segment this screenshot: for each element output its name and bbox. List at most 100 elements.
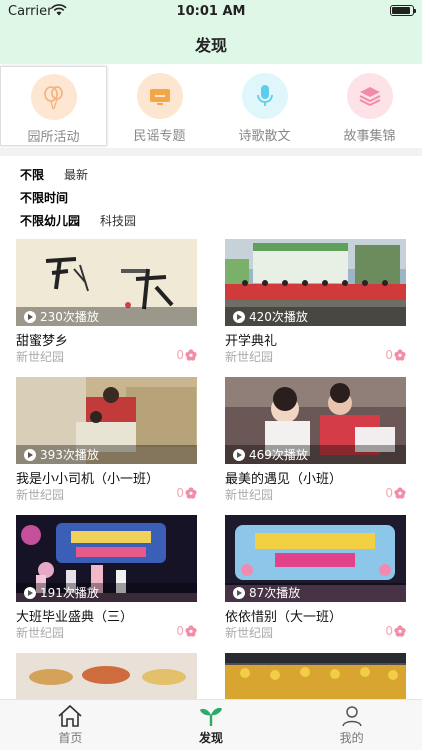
play-count: 87次播放 [249, 586, 301, 600]
like-button[interactable]: 0 [385, 348, 406, 362]
school-name: 新世纪园 [225, 488, 274, 502]
like-button[interactable]: 0 [176, 348, 197, 362]
category-poetry[interactable]: 诗歌散文 [212, 66, 317, 146]
clock: 10:01 AM [176, 4, 246, 19]
video-card[interactable] [16, 653, 197, 699]
filter-row-sort: 不限 最新 [20, 163, 156, 186]
tab-mine[interactable]: 我的 [281, 700, 422, 750]
play-icon [233, 586, 245, 599]
layers-icon [346, 73, 393, 119]
filter-option[interactable]: 不限幼儿园 [20, 212, 80, 229]
tv-icon [136, 73, 183, 119]
video-thumbnail[interactable]: 393次播放 [16, 377, 197, 464]
play-count: 393次播放 [40, 448, 99, 462]
category-label: 园所活动 [27, 130, 80, 145]
like-button[interactable]: 0 [176, 486, 197, 500]
video-card[interactable]: 230次播放 甜蜜梦乡 新世纪园 0 [16, 239, 197, 366]
play-count-bar: 87次播放 [225, 583, 406, 602]
flower-icon [185, 487, 197, 499]
flower-icon [185, 625, 197, 637]
filter-row-time: 不限时间 [20, 186, 156, 209]
video-card[interactable]: 469次播放 最美的遇见（小班） 新世纪园 0 [225, 377, 406, 504]
flower-icon [394, 625, 406, 637]
like-count: 0 [176, 348, 184, 362]
play-icon [24, 310, 36, 323]
category-stories[interactable]: 故事集锦 [317, 66, 422, 146]
flower-icon [185, 349, 197, 361]
tab-bar: 首页 发现 我的 [0, 699, 422, 750]
video-title: 我是小小司机（小一班） [16, 472, 160, 487]
play-count-bar: 393次播放 [16, 445, 197, 464]
video-title: 开学典礼 [225, 334, 278, 349]
video-thumbnail[interactable]: 87次播放 [225, 515, 406, 602]
school-name: 新世纪园 [16, 488, 65, 502]
tab-discover[interactable]: 发现 [141, 700, 282, 750]
school-name: 新世纪园 [225, 626, 274, 640]
category-folk[interactable]: 民谣专题 [107, 66, 212, 146]
filter-option[interactable]: 不限 [20, 166, 44, 183]
category-activities[interactable]: 园所活动 [0, 66, 107, 146]
flower-icon [394, 349, 406, 361]
divider [0, 148, 422, 156]
video-meta: 新世纪园 0 [225, 624, 406, 642]
video-thumbnail[interactable] [16, 653, 197, 699]
home-icon [58, 704, 82, 727]
battery-icon [390, 5, 416, 16]
video-thumbnail[interactable]: 191次播放 [16, 515, 197, 602]
filter-option[interactable]: 科技园 [100, 212, 136, 229]
video-title: 大班毕业盛典（三） [16, 610, 134, 625]
play-icon [24, 586, 36, 599]
video-card[interactable]: 87次播放 依依惜别（大一班） 新世纪园 0 [225, 515, 406, 642]
play-count: 230次播放 [40, 310, 99, 324]
school-name: 新世纪园 [16, 350, 65, 364]
video-thumbnail[interactable]: 230次播放 [16, 239, 197, 326]
video-thumbnail[interactable] [225, 653, 406, 699]
tab-label: 首页 [58, 731, 83, 745]
filter-option[interactable]: 最新 [64, 166, 88, 183]
balloons-icon [30, 74, 77, 120]
tab-label: 发现 [199, 731, 224, 745]
tab-home[interactable]: 首页 [0, 700, 141, 750]
video-meta: 新世纪园 0 [16, 486, 197, 504]
play-count-bar: 230次播放 [16, 307, 197, 326]
play-count: 469次播放 [249, 448, 308, 462]
filter-row-school: 不限幼儿园 科技园 [20, 209, 156, 232]
play-icon [24, 448, 36, 461]
page-title: 发现 [194, 36, 227, 55]
tab-label: 我的 [339, 731, 364, 745]
video-card[interactable] [225, 653, 406, 699]
filter-option[interactable]: 不限时间 [20, 189, 68, 206]
video-card[interactable]: 191次播放 大班毕业盛典（三） 新世纪园 0 [16, 515, 197, 642]
play-count-bar: 469次播放 [225, 445, 406, 464]
video-card[interactable]: 393次播放 我是小小司机（小一班） 新世纪园 0 [16, 377, 197, 504]
video-thumbnail[interactable]: 420次播放 [225, 239, 406, 326]
category-label: 诗歌散文 [238, 129, 291, 144]
flower-icon [394, 487, 406, 499]
play-icon [233, 448, 245, 461]
category-label: 故事集锦 [343, 129, 396, 144]
play-icon [233, 310, 245, 323]
school-name: 新世纪园 [225, 350, 274, 364]
school-name: 新世纪园 [16, 626, 65, 640]
like-button[interactable]: 0 [385, 624, 406, 638]
category-label: 民谣专题 [133, 129, 186, 144]
like-count: 0 [385, 486, 393, 500]
video-title: 甜蜜梦乡 [16, 334, 69, 349]
video-thumbnail[interactable]: 469次播放 [225, 377, 406, 464]
play-count-bar: 420次播放 [225, 307, 406, 326]
video-meta: 新世纪园 0 [16, 624, 197, 642]
play-count-bar: 191次播放 [16, 583, 197, 602]
video-card[interactable]: 420次播放 开学典礼 新世纪园 0 [225, 239, 406, 366]
sprout-icon [200, 707, 222, 726]
like-count: 0 [176, 486, 184, 500]
garden-thumbnail [225, 653, 406, 699]
video-meta: 新世纪园 0 [16, 348, 197, 366]
video-title: 最美的遇见（小班） [225, 472, 343, 487]
video-meta: 新世纪园 0 [225, 348, 406, 366]
like-count: 0 [176, 624, 184, 638]
like-count: 0 [385, 624, 393, 638]
like-button[interactable]: 0 [385, 486, 406, 500]
user-icon [341, 706, 362, 727]
video-title: 依依惜别（大一班） [225, 610, 343, 625]
like-button[interactable]: 0 [176, 624, 197, 638]
